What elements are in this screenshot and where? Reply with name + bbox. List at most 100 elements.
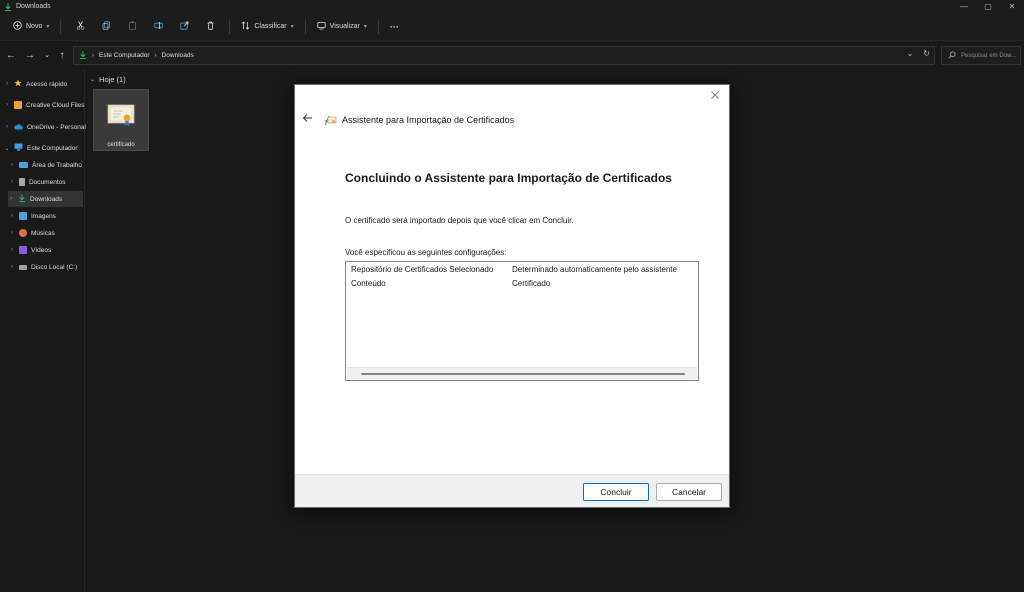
minimize-button[interactable]: —: [952, 0, 976, 13]
sidebar-item-onedrive[interactable]: › OneDrive - Personal: [4, 119, 86, 135]
download-folder-icon: [4, 3, 12, 11]
chevron-right-icon[interactable]: ›: [9, 179, 15, 185]
close-icon: [711, 91, 719, 99]
sidebar-item-label: Músicas: [31, 229, 55, 237]
chevron-right-icon[interactable]: ›: [4, 102, 10, 108]
copy-button[interactable]: [93, 17, 119, 37]
breadcrumb-this-pc[interactable]: Este Computador: [99, 52, 150, 59]
chevron-right-icon[interactable]: ›: [9, 213, 15, 219]
download-folder-icon: [79, 51, 87, 61]
back-button[interactable]: ←: [2, 46, 20, 64]
sidebar-item-downloads[interactable]: › Downloads: [8, 191, 83, 207]
refresh-icon[interactable]: ↻: [923, 49, 930, 58]
desktop-icon: [19, 162, 28, 168]
sidebar-item-videos[interactable]: › Vídeos: [9, 242, 51, 258]
setting-name: Repositório de Certificados Selecionado: [351, 265, 494, 274]
clipboard-icon: [128, 21, 137, 32]
forward-button[interactable]: →: [21, 46, 39, 64]
dialog-footer: Concluir Cancelar: [295, 474, 729, 507]
arrow-left-icon: [302, 114, 312, 122]
sidebar-item-label: Este Computador: [27, 144, 78, 152]
arrow-up-icon: ↑: [59, 49, 65, 61]
close-window-button[interactable]: ✕: [1000, 0, 1024, 13]
chevron-down-icon: ⌄: [44, 52, 50, 59]
scrollbar-thumb[interactable]: [361, 373, 685, 375]
new-button[interactable]: Novo ▾: [8, 17, 54, 37]
chevron-down-icon: ▾: [290, 24, 294, 30]
trash-icon: [206, 21, 215, 32]
up-button[interactable]: ↑: [53, 46, 71, 64]
setting-name: Conteúdo: [351, 279, 386, 288]
drive-icon: [19, 264, 27, 270]
certificate-file-icon: [107, 103, 135, 127]
group-header[interactable]: ⌄ Hoje (1): [90, 75, 126, 84]
share-icon: [180, 21, 189, 32]
sidebar-item-desktop[interactable]: › Área de Trabalho: [9, 157, 82, 173]
sort-button[interactable]: Classificar ▾: [236, 17, 298, 37]
more-label: ···: [389, 21, 399, 32]
file-name: certificado: [107, 142, 135, 148]
command-bar: Novo ▾ Classificar ▾ Visualizar ▾ ···: [0, 13, 1024, 41]
search-input[interactable]: Pesquisar em Dow...: [941, 46, 1021, 65]
chevron-down-icon[interactable]: ⌄: [4, 145, 10, 152]
file-item[interactable]: certificado: [93, 89, 149, 151]
breadcrumb-downloads[interactable]: Downloads: [162, 52, 194, 59]
creative-cloud-icon: [14, 101, 22, 109]
list-item: Conteúdo Certificado: [351, 279, 550, 293]
sidebar-item-label: Creative Cloud Files: [26, 101, 85, 109]
sidebar-item-label: Disco Local (C:): [31, 263, 78, 271]
sidebar-item-local-disk[interactable]: › Disco Local (C:): [9, 259, 77, 275]
sidebar-item-label: Área de Trabalho: [32, 161, 82, 169]
cut-button[interactable]: [67, 17, 93, 37]
view-button[interactable]: Visualizar ▾: [312, 17, 372, 37]
breadcrumb-separator: ›: [154, 52, 157, 59]
settings-list[interactable]: Repositório de Certificados Selecionado …: [345, 261, 699, 381]
cancel-button[interactable]: Cancelar: [656, 483, 722, 501]
chevron-right-icon[interactable]: ›: [4, 124, 10, 130]
sidebar-item-label: Documentos: [29, 178, 66, 186]
plus-circle-icon: [13, 21, 22, 32]
address-bar[interactable]: › Este Computador › Downloads ⌄ ↻: [73, 46, 935, 65]
divider: [377, 19, 379, 34]
sidebar-item-music[interactable]: › Músicas: [9, 225, 55, 241]
chevron-right-icon[interactable]: ›: [9, 247, 15, 253]
finish-button[interactable]: Concluir: [583, 483, 649, 501]
view-label: Visualizar: [329, 23, 360, 30]
more-options-button[interactable]: ···: [385, 17, 404, 37]
pictures-icon: [19, 212, 27, 220]
address-dropdown-icon[interactable]: ⌄: [907, 49, 914, 58]
computer-icon: [14, 143, 23, 153]
sidebar-item-label: Acesso rápido: [26, 80, 68, 88]
share-button[interactable]: [171, 17, 197, 37]
sidebar-item-quick-access[interactable]: › Acesso rápido: [4, 76, 67, 92]
list-item: Repositório de Certificados Selecionado …: [351, 265, 677, 279]
sidebar-item-documents[interactable]: › Documentos: [9, 174, 66, 190]
chevron-right-icon[interactable]: ›: [9, 230, 15, 236]
chevron-right-icon[interactable]: ›: [8, 196, 14, 202]
rename-button[interactable]: [145, 17, 171, 37]
document-icon: [19, 178, 25, 186]
sidebar-item-pictures[interactable]: › Imagens: [9, 208, 56, 224]
dialog-close-button[interactable]: [709, 90, 721, 102]
sidebar-item-label: Downloads: [30, 195, 63, 203]
chevron-right-icon[interactable]: ›: [9, 264, 15, 270]
chevron-right-icon[interactable]: ›: [9, 162, 15, 168]
sidebar-item-creative-cloud[interactable]: › Creative Cloud Files: [4, 97, 85, 113]
dialog-back-button[interactable]: [301, 113, 313, 125]
sidebar-item-this-pc[interactable]: ⌄ Este Computador: [4, 140, 78, 156]
search-placeholder: Pesquisar em Dow...: [961, 52, 1017, 59]
setting-value: Determinado automaticamente pelo assiste…: [512, 265, 677, 274]
wizard-message: O certificado será importado depois que …: [345, 216, 574, 225]
divider: [229, 19, 231, 34]
chevron-down-icon: ▾: [363, 24, 367, 30]
horizontal-scrollbar[interactable]: [347, 367, 697, 379]
breadcrumb-separator: ›: [92, 52, 94, 59]
chevron-right-icon[interactable]: ›: [4, 81, 10, 87]
divider: [304, 19, 306, 34]
dialog-header-title: Assistente para Importação de Certificad…: [342, 115, 515, 125]
paste-button[interactable]: [119, 17, 145, 37]
star-icon: [14, 79, 22, 89]
arrow-left-icon: ←: [6, 49, 16, 61]
maximize-button[interactable]: ▢: [976, 0, 1000, 13]
delete-button[interactable]: [197, 17, 223, 37]
